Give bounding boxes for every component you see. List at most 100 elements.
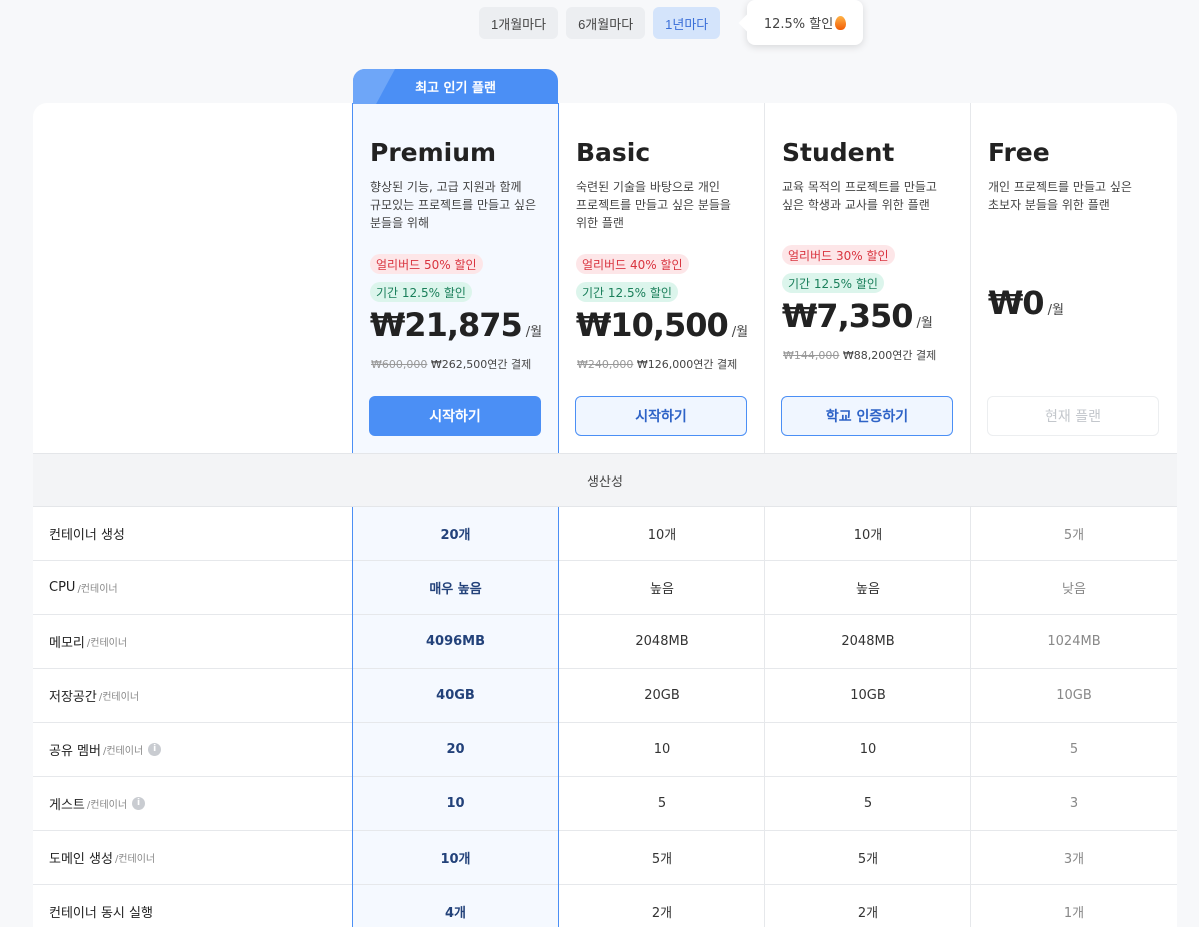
feature-value-premium: 40GB [436, 688, 475, 703]
per-container-suffix: /컨테이너 [86, 638, 128, 649]
feature-label-text: 공유 멤버 [49, 744, 101, 759]
feature-label: 저장공간/컨테이너 [49, 669, 139, 722]
plan-description: 숙련된 기술을 바탕으로 개인 프로젝트를 만들고 싶은 분들을 위한 플랜 [576, 180, 731, 230]
feature-row: 도메인 생성/컨테이너 10개 5개 5개 3개 [33, 831, 1177, 885]
feature-label: 컨테이너 생성 [49, 507, 125, 560]
plan-name: Student [782, 138, 895, 167]
billing-yearly-button[interactable]: 1년마다 [653, 7, 721, 39]
feature-label: 메모리/컨테이너 [49, 615, 127, 668]
billing-6month-button[interactable]: 6개월마다 [566, 7, 646, 39]
feature-value-basic: 5 [657, 796, 667, 811]
period-discount-badge: 기간 12.5% 할인 [370, 282, 472, 302]
feature-value-student: 높음 [856, 582, 880, 597]
plan-free: Free 개인 프로젝트를 만들고 싶은 초보자 분들을 위한 플랜 ₩0 /월… [970, 103, 1176, 453]
feature-value-student: 10GB [850, 688, 886, 703]
annual-price: ₩262,500연간 결제 [430, 358, 532, 371]
fire-icon [835, 15, 847, 30]
feature-value-free: 5개 [1063, 528, 1085, 543]
discount-tooltip: 12.5% 할인 [747, 0, 863, 45]
feature-row: 컨테이너 생성 20개 10개 10개 5개 [33, 507, 1177, 561]
billing-monthly-button[interactable]: 1개월마다 [479, 7, 559, 39]
feature-label-text: 메모리 [49, 636, 85, 651]
plan-name: Free [988, 138, 1050, 167]
feature-label-text: 컨테이너 생성 [49, 528, 125, 543]
feature-label-text: 컨테이너 동시 실행 [49, 906, 153, 921]
feature-value-premium: 4개 [444, 906, 466, 921]
feature-label: 컨테이너 동시 실행 [49, 885, 153, 927]
feature-value-basic: 5개 [651, 852, 673, 867]
original-price: ₩600,000 [371, 358, 428, 371]
annual-billing: ₩600,000 ₩262,500연간 결제 [371, 356, 531, 372]
early-bird-badge: 얼리버드 30% 할인 [782, 245, 895, 265]
early-bird-badge: 얼리버드 40% 할인 [576, 254, 689, 274]
feature-label: CPU/컨테이너 [49, 561, 118, 614]
price: ₩7,350 /월 [782, 297, 933, 335]
annual-price: ₩88,200연간 결제 [842, 349, 937, 362]
price-amount: ₩10,500 [576, 306, 729, 344]
feature-row: 메모리/컨테이너 4096MB 2048MB 2048MB 1024MB [33, 615, 1177, 669]
feature-value-student: 5개 [857, 852, 879, 867]
feature-label-text: 도메인 생성 [49, 852, 113, 867]
feature-value-free: 5 [1069, 742, 1079, 757]
annual-billing: ₩144,000 ₩88,200연간 결제 [783, 347, 936, 363]
feature-value-free: 3 [1069, 796, 1079, 811]
discount-tooltip-text: 12.5% 할인 [763, 17, 834, 32]
feature-value-basic: 10 [653, 742, 671, 757]
section-title: 생산성 [587, 474, 623, 490]
feature-row: 저장공간/컨테이너 40GB 20GB 10GB 10GB [33, 669, 1177, 723]
most-popular-label: 최고 인기 플랜 [415, 81, 496, 96]
feature-value-free: 1개 [1063, 906, 1085, 921]
early-bird-badge: 얼리버드 50% 할인 [370, 254, 483, 274]
price-amount: ₩7,350 [782, 297, 914, 335]
feature-value-premium: 10 [446, 796, 465, 811]
billing-period-toggle: 1개월마다 6개월마다 1년마다 [479, 7, 721, 39]
feature-value-student: 2048MB [841, 634, 895, 649]
per-container-suffix: /컨테이너 [86, 800, 128, 811]
start-premium-button[interactable]: 시작하기 [369, 396, 541, 436]
price-unit: /월 [525, 325, 543, 340]
plan-description: 향상된 기능, 고급 지원과 함께 규모있는 프로젝트를 만들고 싶은 분들을 … [370, 180, 537, 230]
original-price: ₩144,000 [783, 349, 840, 362]
feature-value-basic: 20GB [644, 688, 680, 703]
feature-label: 공유 멤버/컨테이너 i [49, 723, 162, 776]
plan-name: Basic [576, 138, 651, 167]
price-amount: ₩21,875 [370, 306, 523, 344]
feature-value-free: 낮음 [1062, 582, 1086, 597]
feature-value-premium: 20개 [440, 528, 471, 543]
info-icon[interactable]: i [132, 797, 146, 810]
feature-value-student: 2개 [857, 906, 879, 921]
annual-billing: ₩240,000 ₩126,000연간 결제 [577, 356, 737, 372]
price-unit: /월 [916, 316, 933, 331]
per-container-suffix: /컨테이너 [77, 584, 118, 595]
start-basic-button[interactable]: 시작하기 [575, 396, 747, 436]
feature-row: CPU/컨테이너 매우 높음 높음 높음 낮음 [33, 561, 1177, 615]
plan-description: 개인 프로젝트를 만들고 싶은 초보자 분들을 위한 플랜 [988, 180, 1132, 212]
current-plan-button: 현재 플랜 [987, 396, 1159, 436]
price-unit: /월 [731, 325, 749, 340]
annual-price: ₩126,000연간 결제 [636, 358, 738, 371]
price: ₩21,875 /월 [370, 306, 542, 344]
feature-value-student: 10 [859, 742, 877, 757]
feature-value-basic: 높음 [650, 582, 674, 597]
school-verify-button[interactable]: 학교 인증하기 [781, 396, 953, 436]
price: ₩0 /월 [988, 284, 1064, 322]
plan-basic: Basic 숙련된 기술을 바탕으로 개인 프로젝트를 만들고 싶은 분들을 위… [558, 103, 764, 453]
info-icon[interactable]: i [148, 743, 162, 756]
feature-value-premium: 4096MB [425, 634, 486, 649]
feature-row: 게스트/컨테이너 i 10 5 5 3 [33, 777, 1177, 831]
plan-description: 교육 목적의 프로젝트를 만들고 싶은 학생과 교사를 위한 플랜 [782, 180, 937, 212]
feature-value-premium: 20 [446, 742, 465, 757]
feature-value-basic: 10개 [647, 528, 677, 543]
plan-student: Student 교육 목적의 프로젝트를 만들고 싶은 학생과 교사를 위한 플… [764, 103, 970, 453]
section-header-productivity: 생산성 [33, 453, 1177, 507]
plan-name: Premium [370, 138, 497, 167]
feature-value-free: 10GB [1056, 688, 1092, 703]
feature-value-student: 10개 [853, 528, 883, 543]
feature-row: 컨테이너 동시 실행 4개 2개 2개 1개 [33, 885, 1177, 927]
plan-premium: Premium 향상된 기능, 고급 지원과 함께 규모있는 프로젝트를 만들고… [352, 103, 558, 453]
price-unit: /월 [1047, 303, 1064, 318]
feature-value-basic: 2048MB [635, 634, 689, 649]
feature-row: 공유 멤버/컨테이너 i 20 10 10 5 [33, 723, 1177, 777]
feature-label: 게스트/컨테이너 i [49, 777, 146, 830]
feature-value-free: 1024MB [1047, 634, 1101, 649]
